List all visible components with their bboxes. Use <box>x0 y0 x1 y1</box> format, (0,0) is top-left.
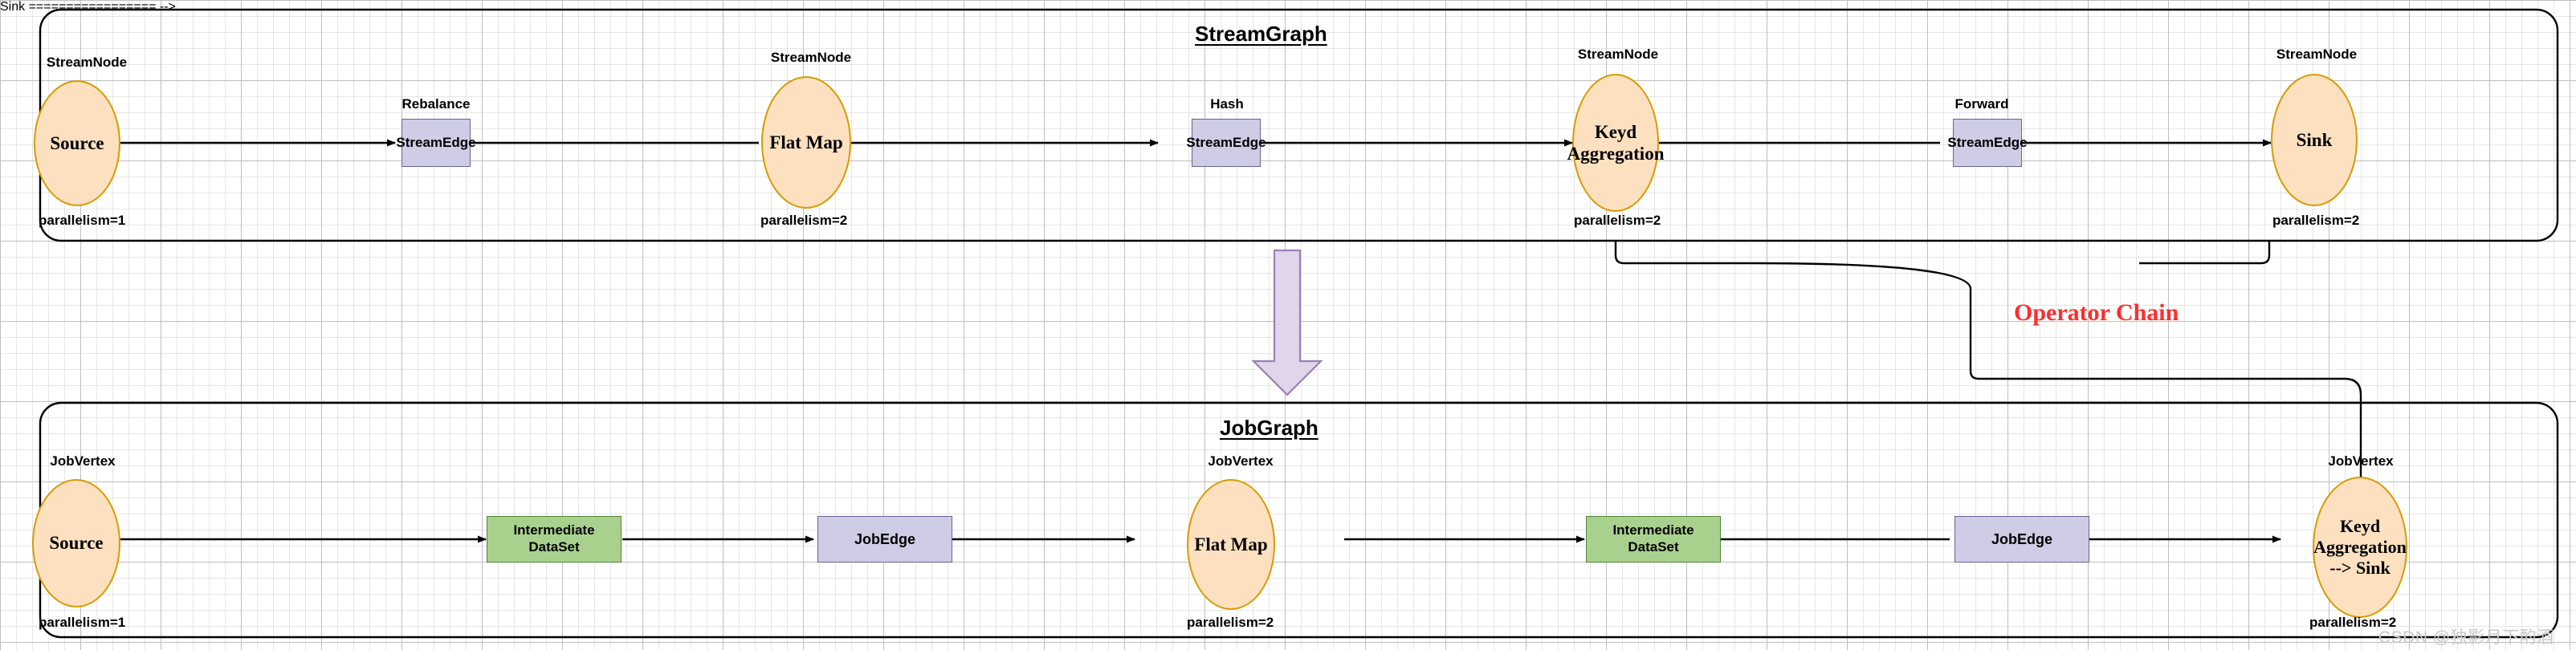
csdn-watermark: CSDN @独影月下酌酒 <box>2378 628 2554 647</box>
streamedge-caption-forward: Forward <box>1954 96 2009 112</box>
streamnode-flatmap[interactable]: Flat Map <box>761 76 851 209</box>
streamedge-caption-rebalance: Rebalance <box>401 96 471 112</box>
streamnode-caption-flatmap: StreamNode <box>770 50 852 65</box>
streamnode-flatmap-parallelism: parallelism=2 <box>760 213 848 228</box>
intermediate-dataset-1[interactable]: Intermediate DataSet <box>487 516 622 563</box>
streamedge-rebalance[interactable]: StreamEdge <box>396 119 476 167</box>
streamnode-keyd-aggregation[interactable]: Keyd Aggregation <box>1567 74 1664 212</box>
streamedge-hash-label: StreamEdge <box>1186 135 1266 150</box>
streamedge-caption-hash: Hash <box>1210 96 1244 112</box>
jobedge-2-label: JobEdge <box>1991 530 2052 547</box>
streamnode-source[interactable]: Source <box>34 80 120 206</box>
streamnode-source-label: Source <box>50 132 104 153</box>
intermediate-dataset-2-label: Intermediate DataSet <box>1612 522 1694 555</box>
operator-chain-connector-right <box>2139 242 2271 265</box>
jobvertex-flatmap[interactable]: Flat Map <box>1187 479 1275 610</box>
streamnode-sink-parallelism: parallelism=2 <box>2272 213 2360 228</box>
jobedge-2[interactable]: JobEdge <box>1954 516 2089 563</box>
operator-chain-connector-trunk <box>1753 262 2365 492</box>
jobedge-1-label: JobEdge <box>854 530 915 547</box>
intermediate-dataset-1-label: Intermediate DataSet <box>513 522 595 555</box>
streamnode-source-parallelism: parallelism=1 <box>39 213 126 228</box>
streamnode-caption-sink: StreamNode <box>2276 47 2358 62</box>
jobvertex-keyd-aggregation-sink-label: Keyd Aggregation --> Sink <box>2313 516 2407 578</box>
operator-chain-annotation: Operator Chain <box>2014 299 2179 326</box>
transition-down-arrow-icon <box>1251 249 1323 396</box>
streamnode-flatmap-label: Flat Map <box>769 132 843 152</box>
streamnode-sink[interactable]: Sink <box>2271 74 2358 206</box>
streamedge-forward-label: StreamEdge <box>1947 135 2028 150</box>
jobvertex-source-parallelism: parallelism=1 <box>39 615 126 630</box>
streamnode-keyd-aggregation-parallelism: parallelism=2 <box>1574 213 1661 228</box>
jobvertex-caption-source: JobVertex <box>50 453 116 469</box>
intermediate-dataset-2[interactable]: Intermediate DataSet <box>1586 516 1721 563</box>
jobvertex-flatmap-parallelism: parallelism=2 <box>1187 615 1274 630</box>
streamnode-caption-keyd: StreamNode <box>1577 47 1659 62</box>
diagram-canvas: StreamGraph StreamNode Source parallelis… <box>0 0 2576 650</box>
streamnode-caption-source: StreamNode <box>46 55 128 70</box>
streamedge-hash[interactable]: StreamEdge <box>1186 119 1266 167</box>
jobvertex-caption-flatmap: JobVertex <box>1208 453 1274 469</box>
jobgraph-title: JobGraph <box>1220 416 1319 440</box>
streamnode-sink-label: Sink <box>2296 129 2333 150</box>
jobedge-1[interactable]: JobEdge <box>817 516 952 563</box>
streamgraph-title: StreamGraph <box>1195 22 1327 46</box>
jobvertex-caption-keyd-sink: JobVertex <box>2328 453 2394 469</box>
jobvertex-source-label: Source <box>49 533 104 554</box>
streamedge-forward[interactable]: StreamEdge <box>1947 119 2028 167</box>
operator-chain-connector-left <box>1614 242 1754 265</box>
streamedge-rebalance-label: StreamEdge <box>396 135 476 150</box>
jobvertex-source[interactable]: Source <box>32 479 120 607</box>
jobvertex-flatmap-label: Flat Map <box>1194 534 1268 555</box>
streamnode-keyd-aggregation-label: Keyd Aggregation <box>1567 121 1665 164</box>
jobvertex-keyd-aggregation-sink[interactable]: Keyd Aggregation --> Sink <box>2313 477 2407 618</box>
